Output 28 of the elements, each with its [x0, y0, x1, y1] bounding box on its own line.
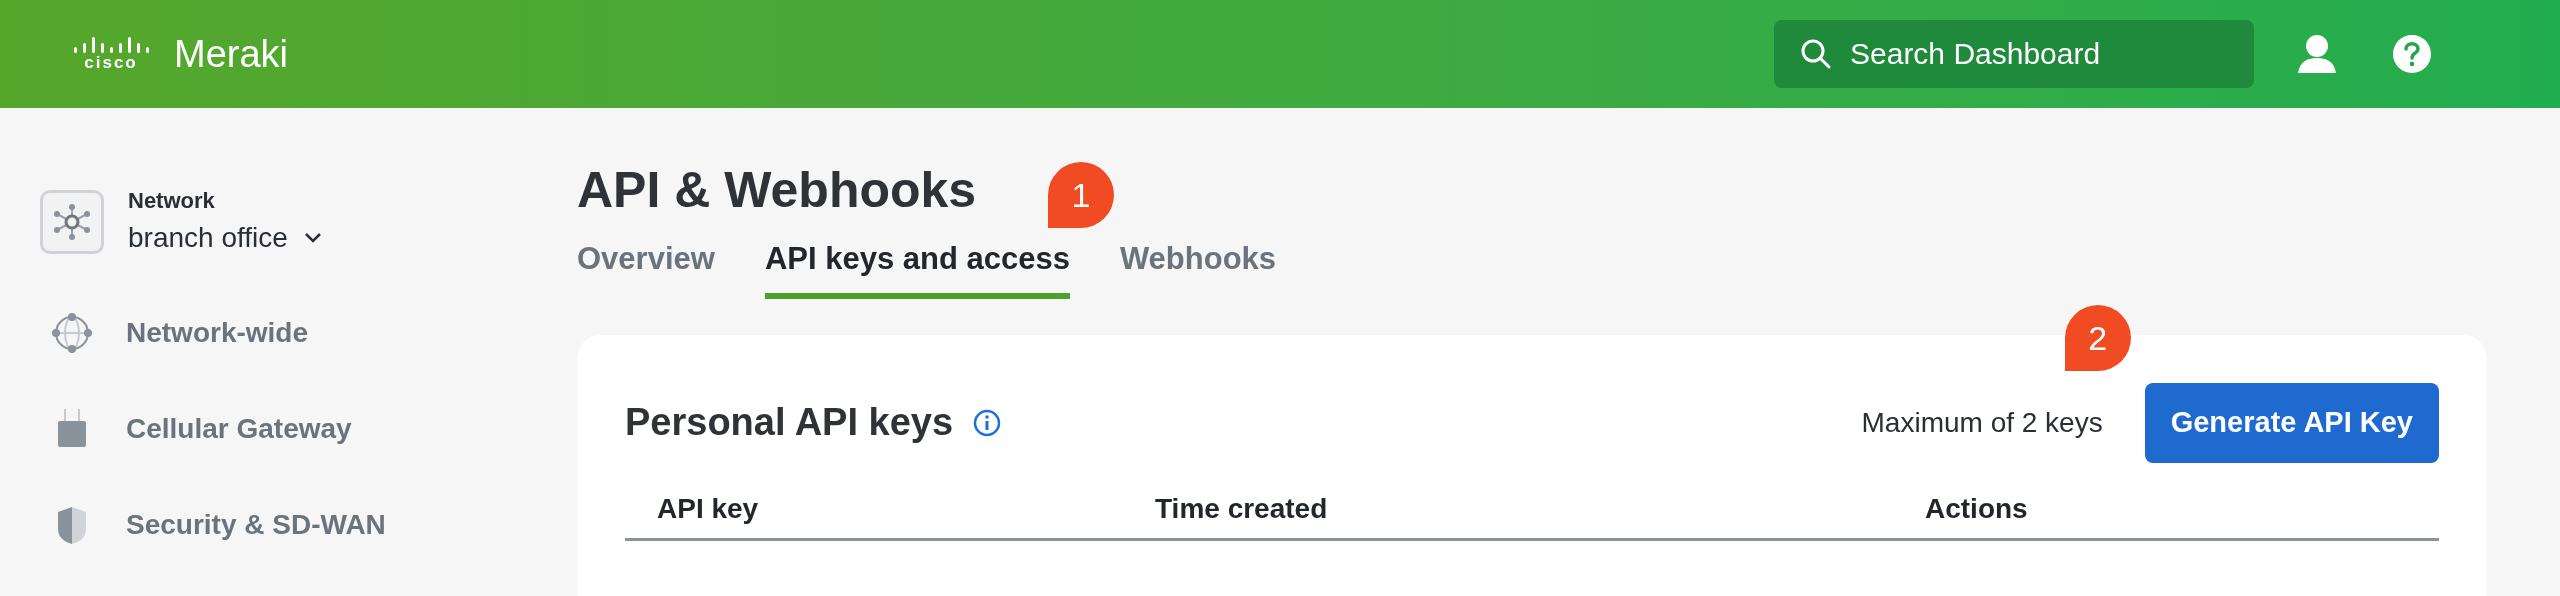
network-selector[interactable]: branch office	[128, 217, 322, 259]
callout-badge: 2	[2064, 304, 2131, 371]
nav-item[interactable]: Cellular Gateway	[40, 407, 577, 451]
network-icon	[52, 201, 92, 242]
tab[interactable]: Overview	[577, 236, 715, 299]
column-header: Time created	[1155, 493, 1328, 524]
search-field[interactable]: Search Dashboard	[1774, 20, 2254, 88]
tab[interactable]: Webhooks	[1119, 236, 1277, 299]
chevron-down-icon	[303, 232, 322, 244]
nav-item[interactable]: Security & SD-WAN	[40, 503, 577, 547]
network-label: Network	[128, 187, 216, 215]
nav-item[interactable]: Network-wide	[40, 311, 577, 355]
key-limit-text: Maximum of 2 keys	[1861, 405, 2103, 440]
info-icon[interactable]	[973, 408, 1002, 437]
logo-mark: cisco	[84, 53, 138, 73]
search-icon	[1800, 38, 1832, 70]
product-name: Meraki	[174, 31, 289, 77]
bars-logo-icon	[72, 35, 150, 53]
globe-icon	[50, 311, 94, 355]
tab[interactable]: API keys and access	[764, 236, 1070, 299]
user-icon[interactable]	[2296, 33, 2338, 75]
page-title: API & Webhooks	[577, 161, 977, 220]
callout-badge: 1	[1047, 162, 1114, 228]
column-header: Actions	[1925, 493, 2028, 524]
column-header: API key	[657, 493, 759, 524]
card-title: Personal API keys	[625, 400, 954, 445]
help-icon[interactable]	[2392, 34, 2432, 74]
generate-api-key-button[interactable]: Generate API Key	[2144, 382, 2439, 463]
